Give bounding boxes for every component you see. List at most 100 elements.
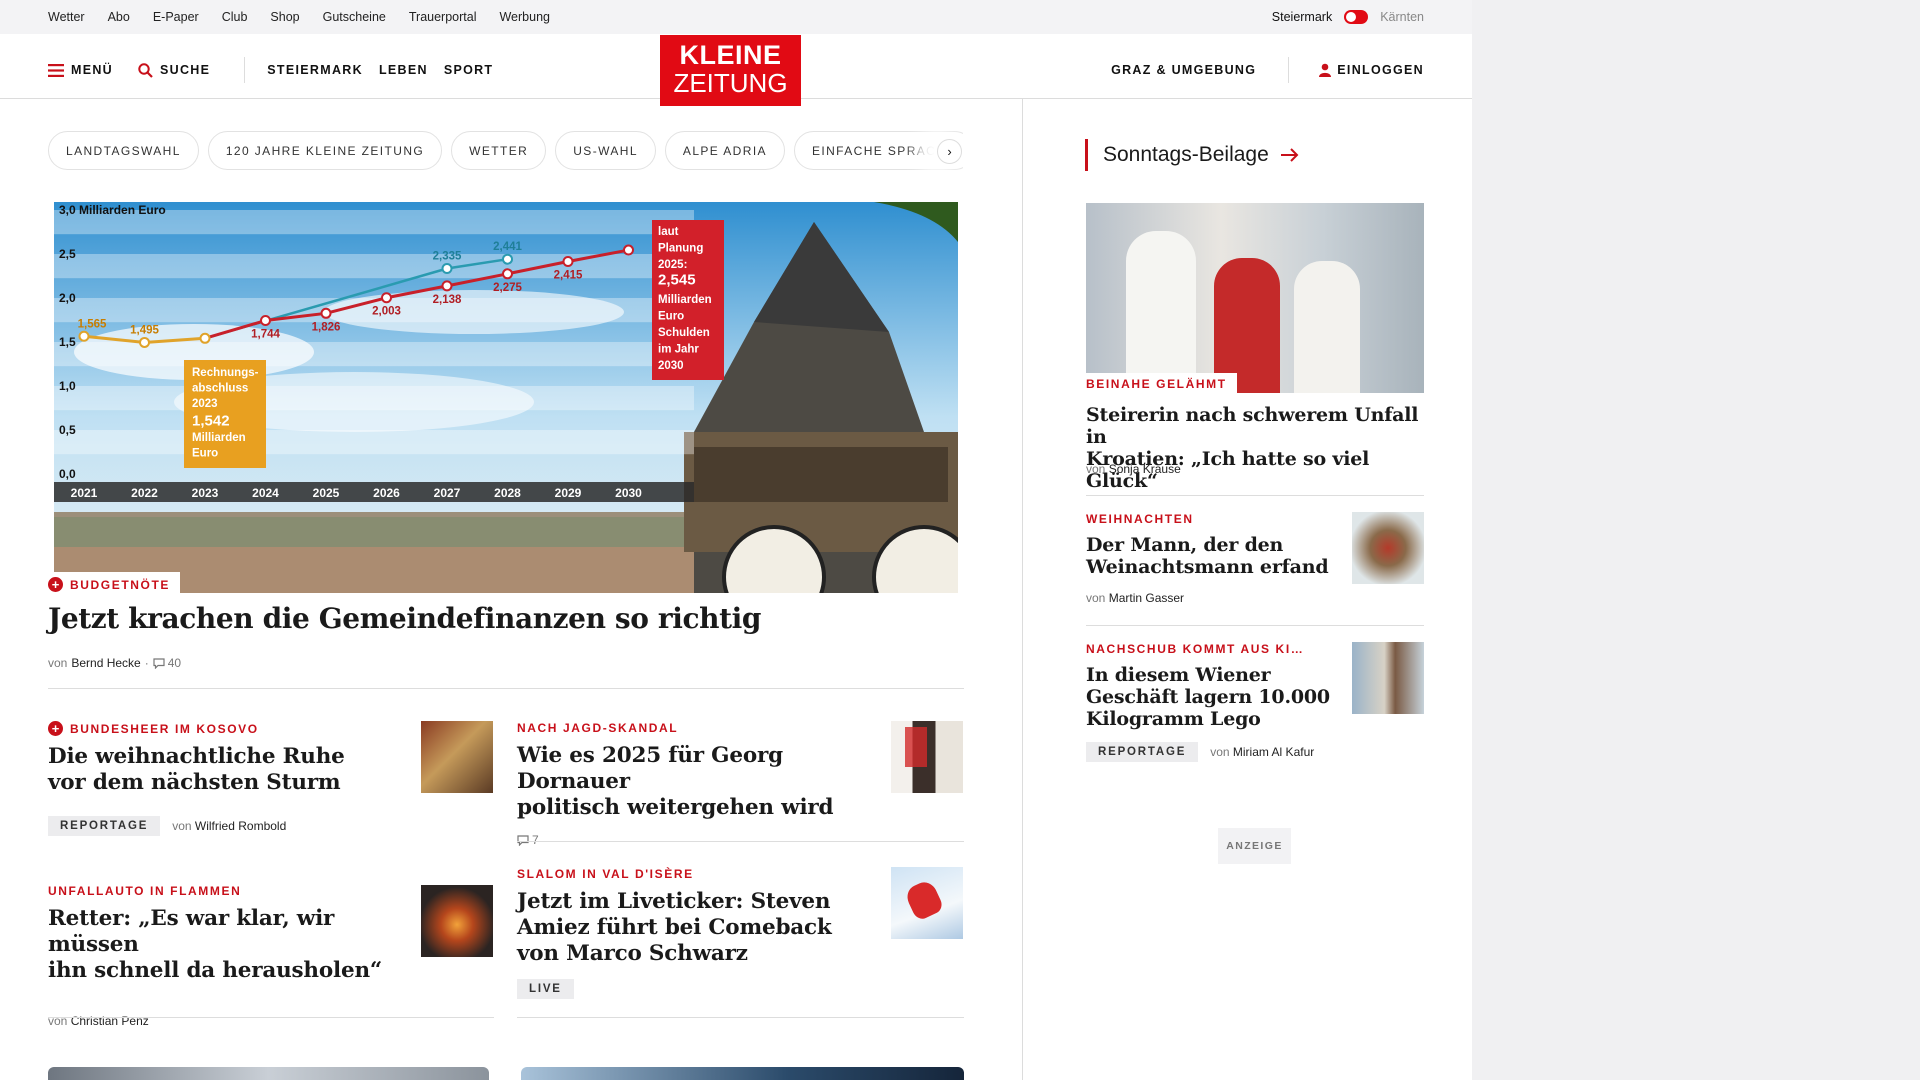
kleine-zeitung-logo[interactable]: KLEINE ZEITUNG [660,35,801,106]
sidebar-divider [1086,495,1424,496]
util-link-gutscheine[interactable]: Gutscheine [323,10,386,24]
card-title: Retter: „Es war klar, wir müssen ihn schn… [48,906,408,984]
sidebar-title[interactable]: Der Mann, der den Weinachtsmann erfand [1086,534,1336,578]
card-divider [517,841,964,842]
chart-value-label: 1,495 [130,324,159,336]
util-link-werbung[interactable]: Werbung [499,10,550,24]
card-kicker: UNFALLAUTO IN FLAMMEN [48,884,242,898]
thumb-slalom[interactable] [891,867,963,939]
byline-prefix: von [1086,591,1106,605]
util-link-epaper[interactable]: E-Paper [153,10,199,24]
chart-ytick: 0,5 [59,423,76,437]
chart-value-label: 2,003 [372,306,401,318]
util-link-club[interactable]: Club [222,10,248,24]
chart-band [54,430,694,455]
chart-value-label: 1,826 [312,321,341,333]
chip-landtagswahl[interactable]: LANDTAGSWAHL [48,131,199,170]
ad-label: ANZEIGE [1218,828,1291,864]
chart-label-earlier: 2,335 [433,251,462,263]
sidebar-kicker: NACHSCHUB KOMMT AUS KI… [1086,642,1305,656]
card-title-line: ihn schnell da herausholen“ [48,958,383,983]
card-title-line: Retter: „Es war klar, wir müssen [48,906,335,957]
sidebar-author[interactable]: Martin Gasser [1109,591,1184,605]
chip-wetter[interactable]: WETTER [451,131,547,170]
region-kaernten[interactable]: Kärnten [1380,10,1424,24]
sidebar-byline: von Martin Gasser [1086,591,1184,605]
region-graz-link[interactable]: GRAZ & UMGEBUNG [1111,63,1256,77]
article-card-slalom[interactable]: SLALOM IN VAL D'ISÈRE Jetzt im Liveticke… [517,867,887,999]
card-author[interactable]: Wilfried Rombold [195,819,286,833]
login-button[interactable]: EINLOGGEN [1319,63,1424,77]
sidebar-kicker: BEINAHE GELÄHMT [1086,373,1237,395]
menu-label: MENÜ [71,63,114,77]
hero-kicker: + BUDGETNÖTE [48,572,180,597]
region-toggle[interactable] [1344,10,1369,24]
hamburger-icon [48,63,64,77]
nav-leben[interactable]: LEBEN [379,63,428,77]
sidebar-meta: REPORTAGE von Miriam Al Kafur [1086,742,1314,762]
sidebar-lead-image[interactable] [1086,203,1424,393]
login-label: EINLOGGEN [1337,63,1424,77]
sidebar-title-line: Steirerin nach schwerem Unfall in [1086,404,1419,448]
thumb-unfallauto[interactable] [421,885,493,957]
util-link-shop[interactable]: Shop [270,10,299,24]
card-meta: LIVE [517,979,887,999]
chart-callout-line: abschluss [192,383,248,395]
util-link-abo[interactable]: Abo [108,10,130,24]
sidebar-author[interactable]: Miriam Al Kafur [1233,745,1314,759]
article-card-bundesheer[interactable]: + BUNDESHEER IM KOSOVO Die weihnachtliche… [48,721,408,836]
article-card-dornauer[interactable]: NACH JAGD-SKANDAL Wie es 2025 für Georg … [517,721,887,849]
header-nav-left: MENÜ SUCHE STEIERMARK LEBEN SPORT [48,57,493,83]
chip-120-jahre[interactable]: 120 JAHRE KLEINE ZEITUNG [207,131,443,170]
reportage-badge: REPORTAGE [48,816,161,836]
section-divider [48,688,964,689]
bottom-image-right[interactable] [521,1067,964,1080]
hero-headline[interactable]: Jetzt krachen die Gemeindefinanzen so ri… [48,602,761,635]
chart-point [502,268,513,280]
chip-us-wahl[interactable]: US-WAHL [555,131,656,170]
search-button[interactable]: SUCHE [138,62,210,78]
sidebar-author[interactable]: Sonja Krause [1109,462,1181,476]
sidebar-title-line: In diesem Wiener [1086,664,1271,686]
chart-value-label: 2,275 [493,282,522,294]
hero-byline: von Bernd Hecke · 40 [48,656,181,670]
sidebar-title[interactable]: In diesem Wiener Geschäft lagern 10.000 Ki… [1086,664,1336,730]
card-title-line: vor dem nächsten Sturm [48,770,341,795]
chips-next-button[interactable]: › [937,139,962,164]
reportage-badge: REPORTAGE [1086,742,1199,762]
thumb-bundesheer[interactable] [421,721,493,793]
sidebar-title[interactable]: Steirerin nach schwerem Unfall in Kroatie… [1086,404,1424,492]
hero-author[interactable]: Bernd Hecke [71,656,140,670]
comment-icon [517,834,529,846]
thumb-weihnachtsmann[interactable] [1352,512,1424,584]
card-title: Die weihnachtliche Ruhe vor dem nächsten … [48,744,408,796]
person-shape [1294,261,1360,393]
nav-steiermark[interactable]: STEIERMARK [267,63,363,77]
plus-icon: + [48,721,63,736]
sidebar-byline: von Miriam Al Kafur [1210,745,1314,759]
hero-image[interactable]: 3,0 Milliarden Euro 2,5 2,0 1,5 1,0 0,5 0,0 202… [54,202,958,593]
thumb-lego[interactable] [1352,642,1424,714]
util-link-trauerportal[interactable]: Trauerportal [409,10,477,24]
chart-xtick: 2023 [192,486,219,500]
chart-point [78,330,90,342]
card-comments[interactable]: 7 [517,833,539,847]
card-kicker: SLALOM IN VAL D'ISÈRE [517,867,694,881]
nav-sport[interactable]: SPORT [444,63,494,77]
menu-button[interactable]: MENÜ [48,63,113,77]
util-link-wetter[interactable]: Wetter [48,10,85,24]
byline-prefix: von [1086,462,1106,476]
chart-callout-line: 2023 [192,398,218,410]
sidebar-heading[interactable]: Sonntags-Beilage [1085,139,1299,171]
bottom-image-left[interactable] [48,1067,489,1080]
region-steiermark[interactable]: Steiermark [1272,10,1332,24]
hero-comments[interactable]: 40 [153,656,181,670]
plus-icon: + [48,577,63,592]
chip-alpe-adria[interactable]: ALPE ADRIA [664,131,785,170]
card-kicker: NACH JAGD-SKANDAL [517,721,679,735]
chart-callout-line: im Jahr [658,344,699,356]
sidebar-byline: von Sonja Krause [1086,462,1181,476]
thumb-dornauer[interactable] [891,721,963,793]
article-card-unfallauto[interactable]: UNFALLAUTO IN FLAMMEN Retter: „Es war kl… [48,884,408,1028]
chart-point [139,336,150,348]
